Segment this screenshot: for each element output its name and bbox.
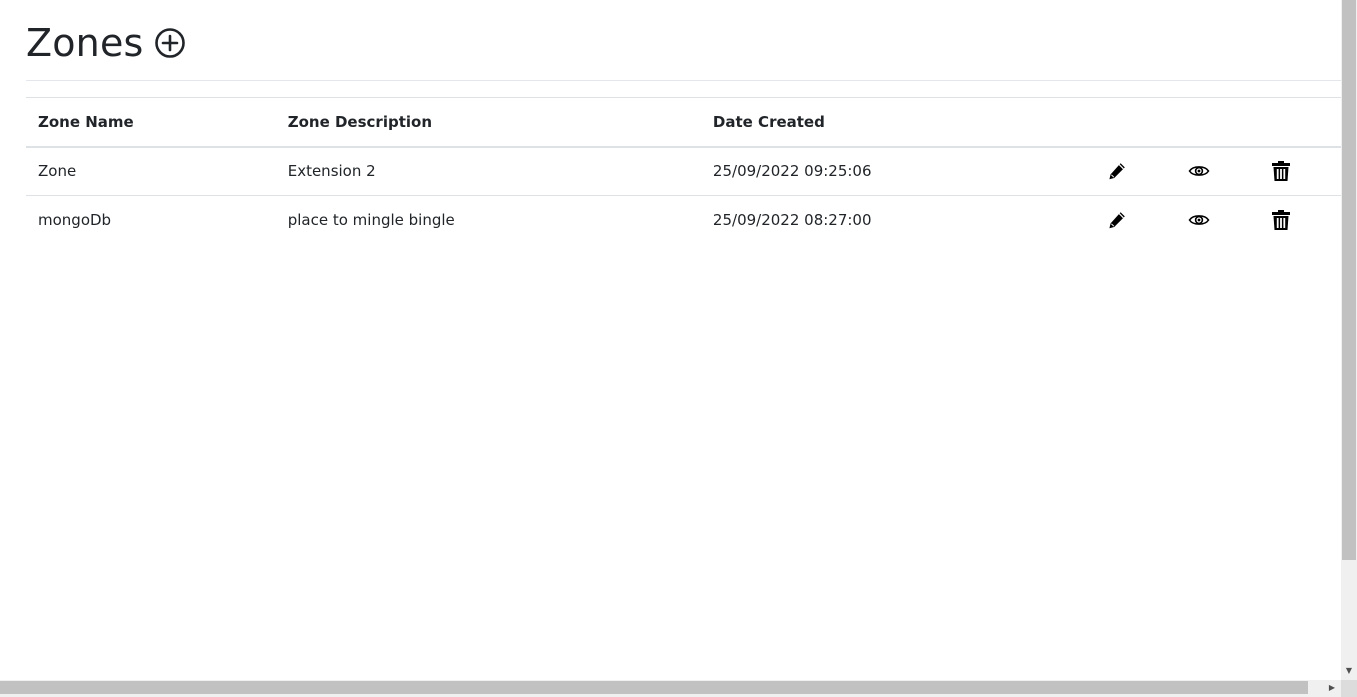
scroll-right-arrow-icon[interactable]: ▶: [1325, 680, 1339, 695]
zone-description-cell: place to mingle bingle: [287, 211, 455, 230]
eye-icon: [1188, 215, 1210, 226]
trash-icon: [1271, 161, 1290, 182]
eye-icon: [1188, 166, 1210, 177]
column-header-delete: [1258, 98, 1341, 147]
page-title: Zones: [26, 21, 144, 65]
zones-page: Zones Zone Name Zone Description Date Cr…: [0, 0, 1341, 680]
table-row: mongoDb place to mingle bingle 25/09/202…: [26, 196, 1341, 245]
zone-name-cell: mongoDb: [38, 211, 112, 230]
zones-table: Zone Name Zone Description Date Created …: [26, 97, 1341, 245]
delete-cell: [1258, 196, 1341, 245]
vertical-scrollbar[interactable]: ▼: [1341, 0, 1357, 680]
date-created-cell: 25/09/2022 09:25:06: [712, 162, 872, 181]
zone-description-cell: Extension 2: [287, 162, 376, 181]
table-header-row: Zone Name Zone Description Date Created: [26, 97, 1341, 147]
zone-name-cell: Zone: [38, 162, 77, 181]
edit-cell: [1094, 196, 1176, 245]
horizontal-scrollbar-thumb[interactable]: [0, 681, 1308, 694]
edit-button[interactable]: [1106, 160, 1128, 182]
column-header-view: [1176, 98, 1258, 147]
edit-button[interactable]: [1106, 209, 1128, 231]
plus-circle-icon: [154, 28, 185, 58]
view-button[interactable]: [1188, 209, 1210, 231]
pencil-icon: [1108, 212, 1125, 229]
add-zone-button[interactable]: [154, 27, 186, 59]
date-created-cell: 25/09/2022 08:27:00: [712, 211, 872, 230]
view-button[interactable]: [1188, 160, 1210, 182]
trash-icon: [1271, 210, 1290, 231]
table-header: Zone Name Zone Description Date Created: [26, 97, 1341, 147]
column-header-date-created: Date Created: [712, 112, 825, 131]
delete-button[interactable]: [1270, 160, 1292, 182]
edit-cell: [1094, 147, 1176, 196]
column-header-edit: [1094, 98, 1176, 147]
horizontal-scrollbar[interactable]: ▶: [0, 680, 1341, 697]
table-body: Zone Extension 2 25/09/2022 09:25:06 mon…: [26, 147, 1341, 245]
column-header-zone-name: Zone Name: [38, 112, 134, 131]
view-cell: [1176, 196, 1258, 245]
pencil-icon: [1108, 163, 1125, 180]
scroll-down-arrow-icon[interactable]: ▼: [1341, 664, 1357, 678]
view-cell: [1176, 147, 1258, 196]
delete-button[interactable]: [1270, 209, 1292, 231]
page-header: Zones: [26, 18, 186, 68]
header-divider: [26, 80, 1341, 81]
scrollbar-corner: [1341, 680, 1357, 697]
table-row: Zone Extension 2 25/09/2022 09:25:06: [26, 147, 1341, 196]
vertical-scrollbar-thumb[interactable]: [1342, 0, 1356, 560]
delete-cell: [1258, 147, 1341, 196]
column-header-zone-description: Zone Description: [287, 112, 432, 131]
